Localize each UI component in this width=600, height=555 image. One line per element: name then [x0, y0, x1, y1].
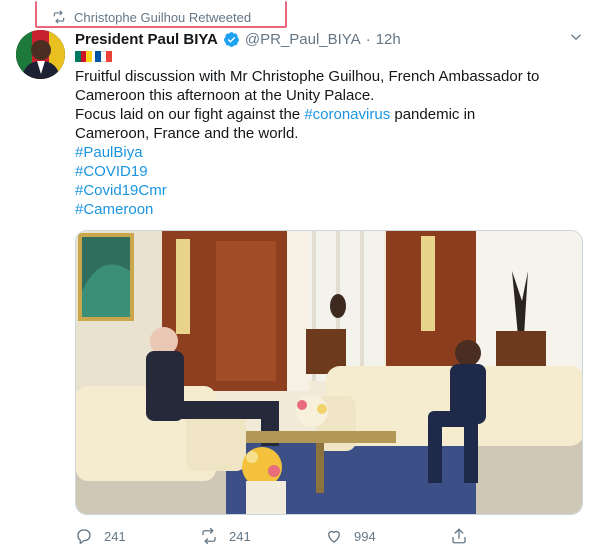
flag-emojis	[75, 51, 113, 62]
reply-button[interactable]: 241	[75, 527, 200, 545]
retweet-context-label: Christophe Guilhou Retweeted	[74, 9, 252, 25]
reply-icon	[75, 527, 93, 545]
author-name[interactable]: President Paul BIYA	[75, 31, 218, 48]
tweet-header: President Paul BIYA @PR_Paul_BIYA · 12h	[75, 29, 560, 49]
author-handle[interactable]: @PR_Paul_BIYA	[245, 31, 361, 48]
verified-badge-icon	[223, 31, 240, 48]
tweet-text: Fruitful discussion with Mr Christophe G…	[75, 67, 555, 219]
tweet-text-fragment: Focus laid on our fight against the	[75, 106, 305, 123]
separator-dot: ·	[365, 30, 371, 48]
tweet-text-fragment: pandemic in	[390, 106, 476, 123]
tweet-timestamp[interactable]: 12h	[376, 31, 401, 48]
hashtag-link-covid19cmr[interactable]: #Covid19Cmr	[75, 181, 555, 200]
more-options-chevron-icon[interactable]	[569, 30, 583, 44]
tweet-text-line: Cameroon, France and the world.	[75, 125, 299, 142]
france-flag-icon	[95, 51, 113, 62]
hashtag-link-coronavirus[interactable]: #coronavirus	[304, 106, 390, 123]
retweet-icon	[200, 527, 218, 545]
hashtag-link-cameroon[interactable]: #Cameroon	[75, 200, 555, 219]
tweet-actions: 241 241 994	[75, 524, 575, 548]
share-icon	[450, 527, 468, 545]
heart-icon	[325, 527, 343, 545]
cameroon-flag-icon	[75, 51, 93, 62]
tweet-photo[interactable]	[75, 230, 583, 515]
tweet-text-line: Focus laid on our fight against the #cor…	[75, 105, 555, 124]
reply-count: 241	[104, 528, 126, 544]
like-button[interactable]: 994	[325, 527, 450, 545]
hashtag-link-paulbiya[interactable]: #PaulBiya	[75, 143, 555, 162]
share-button[interactable]	[450, 527, 575, 545]
retweet-count: 241	[229, 528, 251, 544]
retweet-context[interactable]: Christophe Guilhou Retweeted	[52, 8, 251, 26]
like-count: 994	[354, 528, 376, 544]
tweet-text-line: Fruitful discussion with Mr Christophe G…	[75, 68, 540, 85]
retweet-icon	[52, 10, 66, 24]
avatar[interactable]	[16, 30, 65, 79]
hashtag-link-covid19[interactable]: #COVID19	[75, 162, 555, 181]
tweet-text-line: Cameroon this afternoon at the Unity Pal…	[75, 87, 375, 104]
retweet-button[interactable]: 241	[200, 527, 325, 545]
